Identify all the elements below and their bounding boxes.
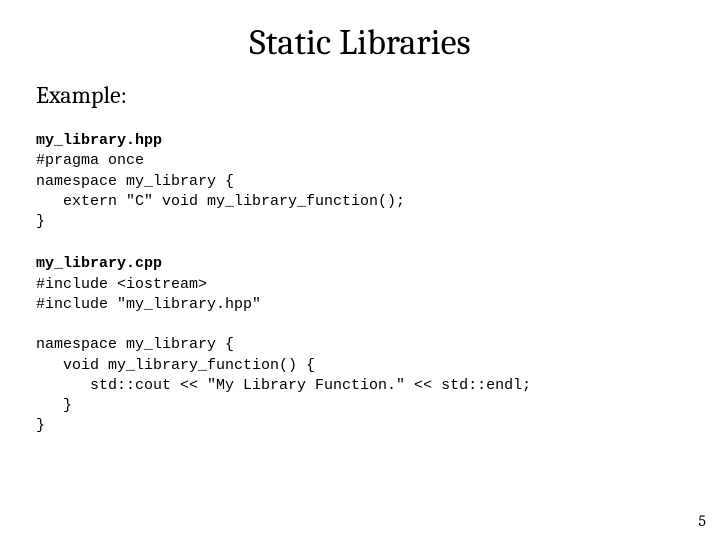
code-line: namespace my_library {: [36, 336, 234, 353]
filename-cpp: my_library.cpp: [36, 255, 162, 272]
page-number: 5: [698, 512, 706, 530]
code-line: std::cout << "My Library Function." << s…: [36, 377, 531, 394]
slide: Static Libraries Example: my_library.hpp…: [0, 0, 720, 540]
code-block-cpp: my_library.cpp #include <iostream> #incl…: [36, 254, 684, 436]
code-line: void my_library_function() {: [36, 357, 315, 374]
code-line: #pragma once: [36, 152, 144, 169]
code-block-hpp: my_library.hpp #pragma once namespace my…: [36, 131, 684, 232]
filename-hpp: my_library.hpp: [36, 132, 162, 149]
slide-title: Static Libraries: [36, 22, 684, 63]
example-label: Example:: [36, 81, 684, 109]
code-line: #include <iostream>: [36, 276, 207, 293]
code-line: extern "C" void my_library_function();: [36, 193, 405, 210]
code-line: }: [36, 397, 72, 414]
code-line: }: [36, 213, 45, 230]
code-line: }: [36, 417, 45, 434]
code-line: #include "my_library.hpp": [36, 296, 261, 313]
code-line: namespace my_library {: [36, 173, 234, 190]
